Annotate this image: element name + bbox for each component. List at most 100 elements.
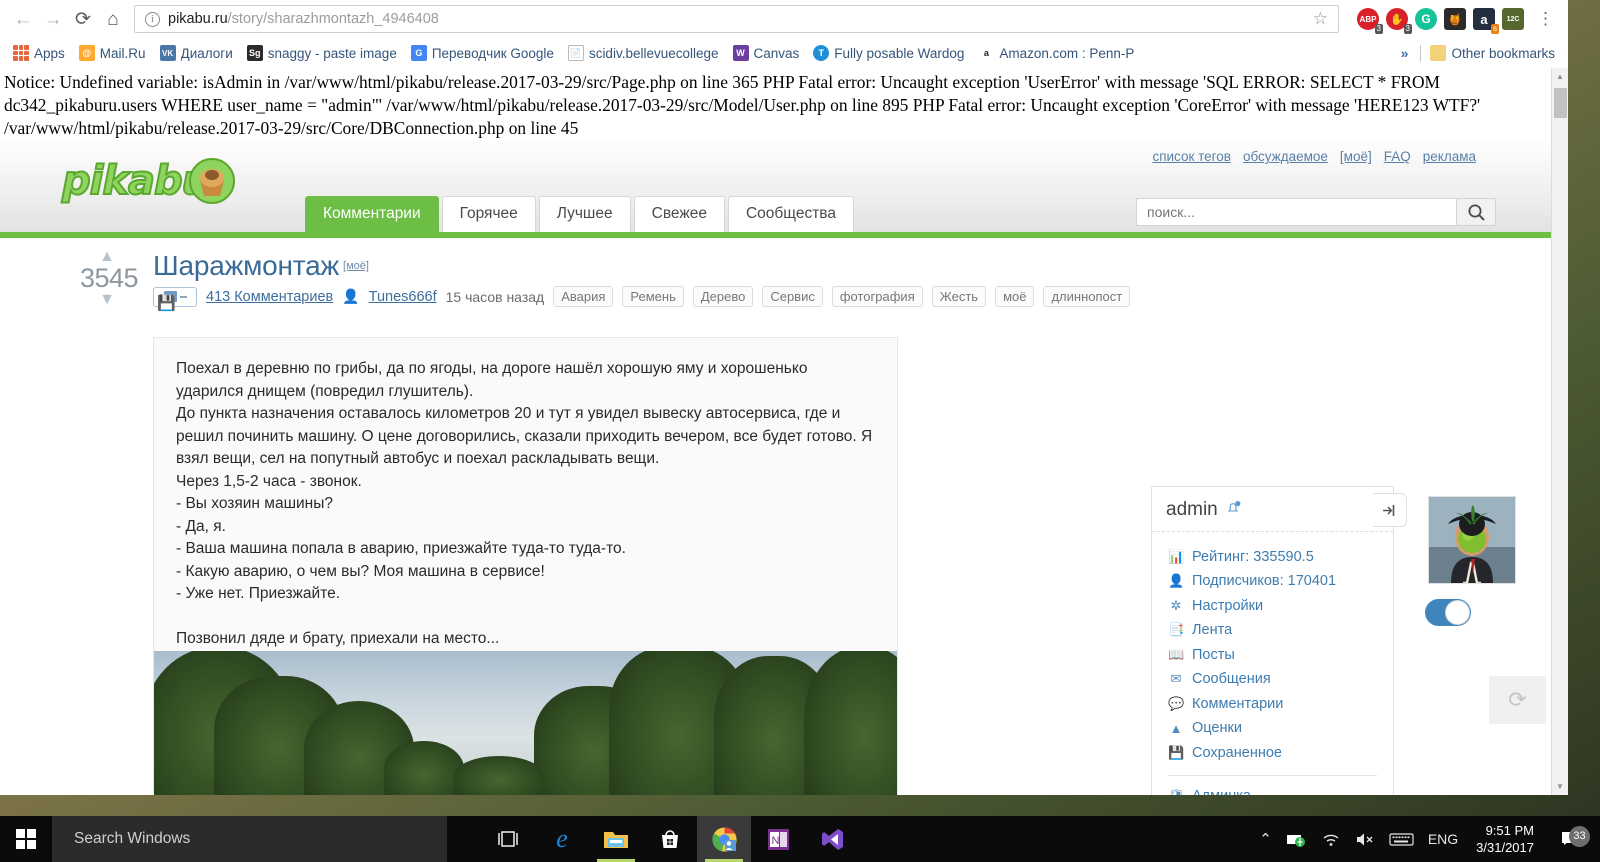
sidebar-username[interactable]: admin xyxy=(1166,499,1218,521)
sidebar-item-ratings[interactable]: ▲ Оценки xyxy=(1168,716,1393,741)
bookmarks-overflow-icon[interactable]: » xyxy=(1393,45,1417,61)
notifications-bell-icon[interactable] xyxy=(1226,500,1241,520)
sidebar-item-subscribers[interactable]: 👤 Подписчиков: 170401 xyxy=(1168,569,1393,594)
tag-servis[interactable]: Сервис xyxy=(762,286,823,308)
honey-icon[interactable]: 🍯 xyxy=(1444,8,1466,30)
sidebar-item-rating[interactable]: 📊 Рейтинг: 335590.5 xyxy=(1168,544,1393,569)
back-icon[interactable]: ← xyxy=(8,4,38,34)
post-title[interactable]: Шаражмонтаж xyxy=(153,250,339,282)
sidebar-item-feed[interactable]: 📑 Лента xyxy=(1168,618,1393,643)
link-tag-list[interactable]: список тегов xyxy=(1152,149,1231,164)
adblock-hand-icon[interactable]: ✋ 3 xyxy=(1386,8,1412,34)
refresh-widget[interactable]: ⟳ xyxy=(1489,676,1546,725)
taskbar-google-chrome[interactable] xyxy=(697,816,751,862)
tab-communities[interactable]: Сообщества xyxy=(727,196,854,233)
wifi-icon[interactable] xyxy=(1322,832,1341,847)
sidebar-item-saved[interactable]: 💾 Сохраненное xyxy=(1168,740,1393,765)
home-icon[interactable]: ⌂ xyxy=(98,4,128,34)
chrome-menu-icon[interactable]: ⋮ xyxy=(1531,9,1560,29)
sidebar-item-posts[interactable]: 📖 Посты xyxy=(1168,642,1393,667)
logout-tab-button[interactable] xyxy=(1373,493,1407,528)
other-bookmarks-folder[interactable]: Other bookmarks xyxy=(1425,43,1560,63)
taskbar-file-explorer[interactable] xyxy=(589,816,643,862)
tab-fresh[interactable]: Свежее xyxy=(633,196,725,233)
link-discussed[interactable]: обсуждаемое xyxy=(1243,149,1328,164)
reload-icon[interactable]: ⟳ xyxy=(68,4,98,34)
bookmark-scidiv[interactable]: 📄 scidiv.bellevuecollege xyxy=(563,43,724,63)
save-post-icon[interactable]: 💾 xyxy=(157,294,176,312)
tag-moyo[interactable]: моё xyxy=(995,286,1035,308)
address-bar[interactable]: i pikabu.ru/story/sharazhmontazh_4946408… xyxy=(134,5,1339,33)
start-button[interactable] xyxy=(0,816,52,862)
link-faq[interactable]: FAQ xyxy=(1384,149,1411,164)
tag-avariya[interactable]: Авария xyxy=(553,286,614,308)
notification-center-button[interactable]: 33 xyxy=(1552,825,1590,848)
post-photo[interactable] xyxy=(154,651,897,795)
tab-hot[interactable]: Горячее xyxy=(441,196,536,233)
tag-derevo[interactable]: Дерево xyxy=(692,286,754,308)
google-translate-icon: G xyxy=(410,45,427,61)
page-scrollbar[interactable]: ▲ ▼ xyxy=(1551,68,1568,795)
scroll-down-arrow-icon[interactable]: ▼ xyxy=(1552,778,1568,795)
downvote-icon[interactable]: ▼ xyxy=(80,292,134,308)
scrollbar-thumb[interactable] xyxy=(1554,88,1567,118)
tab-comments[interactable]: Комментарии xyxy=(305,196,439,233)
battery-icon[interactable] xyxy=(1286,832,1308,847)
language-indicator[interactable]: ENG xyxy=(1428,831,1458,847)
bookmark-snaggy[interactable]: Sg snaggy - paste image xyxy=(242,43,402,63)
battery-icon-svg xyxy=(1286,834,1305,847)
taskbar-visual-studio[interactable] xyxy=(805,816,859,862)
tag-remen[interactable]: Ремень xyxy=(622,286,684,308)
bookmark-vk-dialogs[interactable]: VK Диалоги xyxy=(155,43,238,63)
tray-chevron-up-icon[interactable]: ⌃ xyxy=(1259,830,1272,848)
bookmark-canvas[interactable]: W Canvas xyxy=(728,43,805,63)
grammarly-icon[interactable]: G xyxy=(1415,8,1437,30)
sidebar-item-admin-panel[interactable]: 🛡 Админка xyxy=(1168,784,1393,795)
tab-best[interactable]: Лучшее xyxy=(538,196,631,233)
sidebar-item-comments[interactable]: 💬 Комментарии xyxy=(1168,691,1393,716)
avatar[interactable] xyxy=(1428,496,1516,585)
link-ads[interactable]: реклама xyxy=(1423,149,1476,164)
taskbar-microsoft-store[interactable] xyxy=(643,816,697,862)
bookmark-wardog[interactable]: T Fully posable Wardog xyxy=(808,43,969,63)
keyboard-icon[interactable] xyxy=(1389,832,1414,847)
bookmark-amazon[interactable]: a Amazon.com : Penn-P xyxy=(973,43,1139,63)
post-title-badge[interactable]: [моё] xyxy=(343,260,369,272)
link-mine[interactable]: [моё] xyxy=(1340,149,1372,164)
bookmark-star-icon[interactable]: ☆ xyxy=(1303,9,1328,29)
volume-muted-icon[interactable] xyxy=(1355,832,1375,847)
adblock-plus-icon[interactable]: ABP 3 xyxy=(1357,8,1383,34)
sidebar-item-settings[interactable]: ✲ Настройки xyxy=(1168,593,1393,618)
post-comments-link[interactable]: 413 Комментариев xyxy=(206,289,333,305)
web-page: Notice: Undefined variable: isAdmin in /… xyxy=(0,68,1568,795)
amazon-assistant-icon[interactable]: a s xyxy=(1473,8,1499,34)
sidebar-item-messages[interactable]: ✉ Сообщения xyxy=(1168,667,1393,692)
tag-dlinnopost[interactable]: длиннопост xyxy=(1043,286,1131,308)
sidebar-item-label: Сохраненное xyxy=(1192,744,1282,761)
sidebar-item-label: Сообщения xyxy=(1192,671,1271,688)
taskbar-task-view[interactable] xyxy=(481,816,535,862)
post-author-link[interactable]: Tunes666f xyxy=(369,289,437,305)
bookmark-mail-ru[interactable]: @ Mail.Ru xyxy=(74,43,151,63)
bookmark-google-translate[interactable]: G Переводчик Google xyxy=(406,43,559,63)
avatar-image xyxy=(1429,497,1515,584)
pikabu-logo[interactable]: pikabu xyxy=(61,157,211,205)
bookmark-apps[interactable]: Apps xyxy=(8,43,70,63)
clock[interactable]: 9:51 PM 3/31/2017 xyxy=(1472,822,1538,856)
upvote-icon[interactable]: ▲ xyxy=(80,249,134,265)
site-info-icon[interactable]: i xyxy=(145,11,160,27)
tag-zhest[interactable]: Жесть xyxy=(931,286,987,308)
theme-toggle-switch[interactable] xyxy=(1425,599,1471,627)
taskbar-microsoft-edge[interactable]: e xyxy=(535,816,589,862)
windows-search-box[interactable]: Search Windows xyxy=(52,816,447,862)
chrome-browser-window: ← → ⟳ ⌂ i pikabu.ru/story/sharazhmontazh… xyxy=(0,0,1568,795)
scroll-up-arrow-icon[interactable]: ▲ xyxy=(1552,68,1568,85)
taskbar-onenote[interactable]: N xyxy=(751,816,805,862)
post-header: Шаражмонтаж [моё] 413 Комментариев 👤 Tune… xyxy=(153,250,1143,308)
twelve-c-icon[interactable]: 12C xyxy=(1502,8,1524,30)
search-button[interactable] xyxy=(1456,198,1496,227)
search-input[interactable] xyxy=(1136,198,1456,227)
forward-icon[interactable]: → xyxy=(38,4,68,34)
tag-fotografiya[interactable]: фотография xyxy=(831,286,923,308)
bookmark-mail-ru-label: Mail.Ru xyxy=(99,45,146,61)
